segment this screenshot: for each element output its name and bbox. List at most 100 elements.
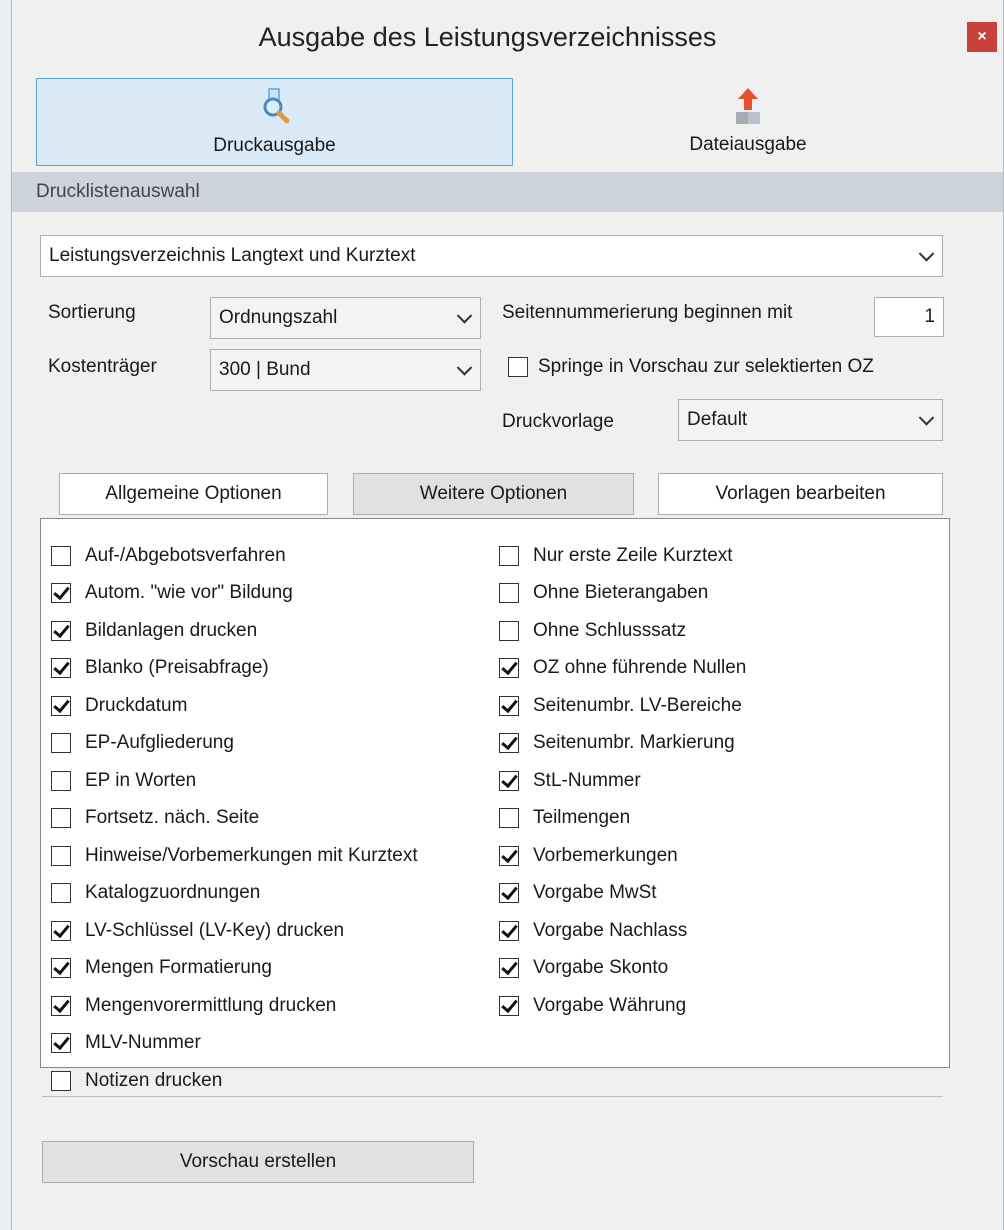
option-ep-in-worten[interactable]: EP in Worten: [51, 762, 418, 800]
option-checkbox[interactable]: [51, 695, 71, 716]
option-checkbox[interactable]: [499, 845, 519, 866]
title-bar[interactable]: Ausgabe des Leistungsverzeichnisses ×: [12, 0, 1003, 78]
option-checkbox[interactable]: [51, 733, 71, 754]
option-label: Druckdatum: [85, 694, 188, 716]
option-label: Auf-/Abgebotsverfahren: [85, 544, 286, 566]
option-checkbox[interactable]: [51, 920, 71, 941]
option-nur-erste-zeile-kurztext[interactable]: Nur erste Zeile Kurztext: [499, 537, 746, 575]
option-checkbox[interactable]: [51, 620, 71, 641]
section-title: Drucklistenauswahl: [36, 181, 200, 202]
cost-unit-label: Kostenträger: [48, 356, 157, 377]
tab-further-options[interactable]: Weitere Optionen: [353, 473, 634, 515]
option-label: Vorgabe MwSt: [533, 882, 657, 904]
option-label: Vorgabe Skonto: [533, 957, 669, 979]
option-label: Vorgabe Nachlass: [533, 919, 688, 941]
option-vorgabe-mwst[interactable]: Vorgabe MwSt: [499, 875, 746, 913]
option-ohne-bieterangaben[interactable]: Ohne Bieterangaben: [499, 575, 746, 613]
jump-preview-option[interactable]: Springe in Vorschau zur selektierten OZ: [508, 356, 874, 378]
option-checkbox[interactable]: [51, 770, 71, 791]
option-hinweise-vorbemerkungen-mit-kurztext[interactable]: Hinweise/Vorbemerkungen mit Kurztext: [51, 837, 418, 875]
option-label: EP in Worten: [85, 769, 197, 791]
option-checkbox[interactable]: [51, 845, 71, 866]
option-checkbox[interactable]: [499, 883, 519, 904]
option-label: OZ ohne führende Nullen: [533, 657, 747, 679]
divider: [42, 1096, 943, 1097]
option-checkbox[interactable]: [499, 583, 519, 604]
jump-preview-label: Springe in Vorschau zur selektierten OZ: [538, 356, 874, 377]
option-checkbox[interactable]: [499, 733, 519, 754]
option-checkbox[interactable]: [51, 883, 71, 904]
option-autom-wie-vor-bildung[interactable]: Autom. "wie vor" Bildung: [51, 575, 418, 613]
option-checkbox[interactable]: [51, 1033, 71, 1054]
option-mlv-nummer[interactable]: MLV-Nummer: [51, 1025, 418, 1063]
option-vorgabe-währung[interactable]: Vorgabe Währung: [499, 987, 746, 1025]
mode-print-label: Druckausgabe: [213, 135, 336, 156]
mode-file-output[interactable]: Dateiausgabe: [513, 78, 983, 166]
option-label: Fortsetz. näch. Seite: [85, 807, 260, 829]
option-vorgabe-nachlass[interactable]: Vorgabe Nachlass: [499, 912, 746, 950]
page-numbering-input[interactable]: 1: [874, 297, 944, 337]
option-checkbox[interactable]: [51, 658, 71, 679]
option-checkbox[interactable]: [499, 695, 519, 716]
chevron-down-icon: [918, 410, 935, 426]
option-label: Notizen drucken: [85, 1069, 223, 1091]
option-checkbox[interactable]: [51, 545, 71, 566]
option-oz-ohne-führende-nullen[interactable]: OZ ohne führende Nullen: [499, 650, 746, 688]
option-mengen-formatierung[interactable]: Mengen Formatierung: [51, 950, 418, 988]
option-checkbox[interactable]: [51, 583, 71, 604]
option-stl-nummer[interactable]: StL-Nummer: [499, 762, 746, 800]
option-mengenvorermittlung-drucken[interactable]: Mengenvorermittlung drucken: [51, 987, 418, 1025]
option-seitenumbr-markierung[interactable]: Seitenumbr. Markierung: [499, 725, 746, 763]
print-preview-icon: [255, 87, 295, 127]
option-label: Ohne Bieterangaben: [533, 582, 709, 604]
option-checkbox[interactable]: [51, 995, 71, 1016]
option-bildanlagen-drucken[interactable]: Bildanlagen drucken: [51, 612, 418, 650]
option-checkbox[interactable]: [51, 808, 71, 829]
option-ohne-schlusssatz[interactable]: Ohne Schlusssatz: [499, 612, 746, 650]
option-checkbox[interactable]: [51, 1070, 71, 1091]
sorting-select[interactable]: Ordnungszahl: [210, 297, 481, 339]
option-checkbox[interactable]: [499, 770, 519, 791]
option-auf-abgebotsverfahren[interactable]: Auf-/Abgebotsverfahren: [51, 537, 418, 575]
option-druckdatum[interactable]: Druckdatum: [51, 687, 418, 725]
option-checkbox[interactable]: [499, 620, 519, 641]
window-title: Ausgabe des Leistungsverzeichnisses: [258, 22, 717, 52]
option-notizen-drucken[interactable]: Notizen drucken: [51, 1062, 418, 1100]
option-checkbox[interactable]: [499, 658, 519, 679]
option-checkbox[interactable]: [499, 995, 519, 1016]
template-select[interactable]: Default: [678, 399, 943, 441]
option-ep-aufgliederung[interactable]: EP-Aufgliederung: [51, 725, 418, 763]
option-label: Bildanlagen drucken: [85, 619, 258, 641]
option-label: Ohne Schlusssatz: [533, 619, 687, 641]
option-checkbox[interactable]: [499, 958, 519, 979]
options-panel: Auf-/Abgebotsverfahren Autom. "wie vor" B…: [40, 518, 950, 1091]
option-checkbox[interactable]: [51, 958, 71, 979]
option-label: Blanko (Preisabfrage): [85, 657, 269, 679]
cost-unit-select[interactable]: 300 | Bund: [210, 349, 481, 391]
sorting-value: Ordnungszahl: [219, 307, 338, 328]
tab-general-options[interactable]: Allgemeine Optionen: [59, 473, 328, 515]
option-vorgabe-skonto[interactable]: Vorgabe Skonto: [499, 950, 746, 988]
option-blanko-preisabfrage[interactable]: Blanko (Preisabfrage): [51, 650, 418, 688]
option-seitenumbr-lv-bereiche[interactable]: Seitenumbr. LV-Bereiche: [499, 687, 746, 725]
option-teilmengen[interactable]: Teilmengen: [499, 800, 746, 838]
jump-preview-checkbox[interactable]: [508, 357, 528, 377]
close-icon: ×: [977, 28, 987, 45]
option-vorbemerkungen[interactable]: Vorbemerkungen: [499, 837, 746, 875]
mode-print-output[interactable]: Druckausgabe: [36, 78, 513, 166]
option-checkbox[interactable]: [499, 920, 519, 941]
option-fortsetz-näch-seite[interactable]: Fortsetz. näch. Seite: [51, 800, 418, 838]
tab-edit-templates[interactable]: Vorlagen bearbeiten: [658, 473, 943, 515]
print-list-value: Leistungsverzeichnis Langtext und Kurzte…: [49, 245, 416, 266]
option-checkbox[interactable]: [499, 545, 519, 566]
option-label: EP-Aufgliederung: [85, 732, 234, 754]
option-label: Autom. "wie vor" Bildung: [85, 582, 293, 604]
close-button[interactable]: ×: [967, 22, 997, 52]
create-preview-button[interactable]: Vorschau erstellen: [42, 1141, 474, 1183]
option-label: Katalogzuordnungen: [85, 882, 261, 904]
sorting-label: Sortierung: [48, 302, 136, 323]
option-checkbox[interactable]: [499, 808, 519, 829]
print-list-select[interactable]: Leistungsverzeichnis Langtext und Kurzte…: [40, 235, 943, 277]
option-katalogzuordnungen[interactable]: Katalogzuordnungen: [51, 875, 418, 913]
option-lv-schlüssel-lv-key-drucken[interactable]: LV-Schlüssel (LV-Key) drucken: [51, 912, 418, 950]
